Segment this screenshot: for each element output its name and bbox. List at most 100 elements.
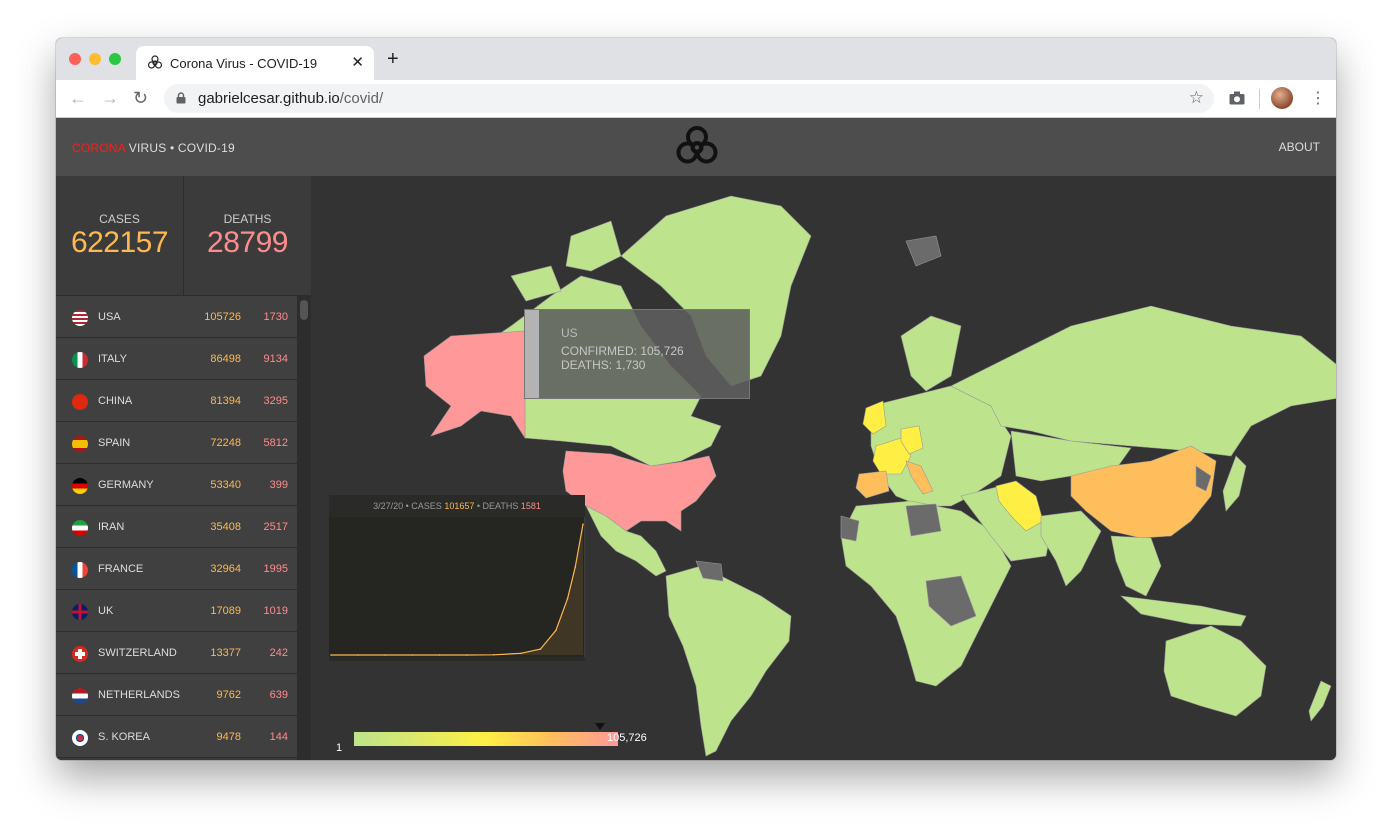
browser-toolbar: ← → ↻ gabrielcesar.github.io/covid/ ☆ ⋮ [56,80,1336,118]
chart-plot[interactable] [329,517,585,657]
biohazard-logo-icon [676,126,718,164]
deaths-label: DEATHS [223,212,272,226]
country-cases: 86498 [210,353,241,365]
chart-date: 3/27/20 [373,501,404,511]
country-name: USA [98,311,121,323]
profile-avatar[interactable] [1271,87,1293,109]
spain-flag-icon [72,436,88,452]
country-row[interactable]: SWITZERLAND 13377 242 [56,632,297,674]
minimize-window-button[interactable] [89,53,101,65]
browser-tab[interactable]: Corona Virus - COVID-19 ✕ [136,46,374,80]
address-bar[interactable]: gabrielcesar.github.io/covid/ ☆ [164,84,1214,113]
country-row[interactable]: FRANCE 32964 1995 [56,548,297,590]
list-scrollbar[interactable] [297,296,311,760]
country-deaths: 9134 [263,353,288,365]
switzerland-flag-icon [72,646,88,662]
tab-title: Corona Virus - COVID-19 [170,56,318,71]
country-cases: 9478 [216,731,241,743]
back-arrow-icon[interactable]: ← [69,89,87,107]
chart-point [539,648,542,650]
continent-south-america[interactable] [665,565,792,757]
country-row[interactable]: CHINA 81394 3295 [56,380,297,422]
country-deaths: 1730 [263,311,288,323]
china-flag-icon [72,394,88,410]
country-name: CHINA [98,395,133,407]
chart-cases-value: 101657 [444,501,475,511]
chart-point [330,654,332,656]
country-cases: 53340 [210,479,241,491]
legend-gradient-bar [354,732,618,746]
map-tooltip: US CONFIRMED: 105,726 DEATHS: 1,730 [524,309,750,399]
country-name: UK [98,605,114,617]
reload-icon[interactable]: ↻ [133,89,148,107]
country-cases: 32964 [210,563,241,575]
browser-window: Corona Virus - COVID-19 ✕ + ← → ↻ gabrie… [56,38,1336,760]
netherlands-flag-icon [72,688,88,704]
chart-deaths-label: DEATHS [482,501,519,511]
tooltip-deaths: DEATHS: 1,730 [561,358,646,372]
chart-point [520,652,522,655]
country-name: SWITZERLAND [98,647,177,659]
country-name: FRANCE [98,563,144,575]
country-usa-alaska[interactable] [423,330,526,440]
region-southeast-asia[interactable] [1110,535,1162,597]
country-list[interactable]: USA 105726 1730 ITALY 86498 9134 CHINA 81394 329… [56,296,297,760]
tab-bar: Corona Virus - COVID-19 ✕ + [56,38,1336,80]
country-cases: 105726 [204,311,241,323]
chart-point [465,654,468,656]
country-row[interactable]: NETHERLANDS 9762 639 [56,674,297,716]
country-deaths: 639 [269,689,288,701]
chart-point [582,523,584,525]
iran-flag-icon [72,520,88,536]
bookmark-star-icon[interactable]: ☆ [1189,88,1204,108]
chart-header: 3/27/20 • CASES 101657 • DEATHS 1581 [329,495,585,517]
country-row[interactable]: GERMANY 53340 399 [56,464,297,506]
region-africa-nodata-1[interactable] [905,503,942,537]
country-japan[interactable] [1222,455,1247,512]
country-row[interactable]: IRAN 35408 2517 [56,506,297,548]
maximize-window-button[interactable] [109,53,121,65]
chart-cases-label: CASES [411,501,442,511]
country-spain[interactable] [855,470,890,499]
tab-close-icon[interactable]: ✕ [351,53,364,71]
region-svalbard-nodata [905,235,942,267]
close-window-button[interactable] [69,53,81,65]
country-australia[interactable] [1163,625,1267,717]
tooltip-color-bar [525,310,539,398]
country-india[interactable] [1040,510,1102,587]
scrollbar-thumb[interactable] [300,300,308,320]
legend-min: 1 [336,742,343,754]
country-deaths: 1995 [263,563,288,575]
biohazard-icon [147,55,163,69]
country-row[interactable]: USA 105726 1730 [56,296,297,338]
chart-sep-2: • [474,501,483,511]
forward-arrow-icon[interactable]: → [101,89,119,107]
country-row[interactable]: S. KOREA 9478 144 [56,716,297,758]
tooltip-confirmed: CONFIRMED: 105,726 [561,344,684,358]
tooltip-country: US [561,326,578,340]
world-map-svg[interactable] [311,176,1336,760]
country-row[interactable]: SPAIN 72248 5812 [56,422,297,464]
chart-point [555,629,557,632]
world-map[interactable]: US CONFIRMED: 105,726 DEATHS: 1,730 3/27… [311,176,1336,760]
camera-icon[interactable] [1229,91,1245,105]
country-new-zealand[interactable] [1308,680,1332,722]
country-usa[interactable] [562,450,717,532]
about-link[interactable]: ABOUT [1279,140,1320,154]
brand-title[interactable]: CORONA VIRUS • COVID-19 [72,141,235,155]
chart-plot-bg [329,517,585,657]
country-cases: 17089 [210,605,241,617]
timeline-chart[interactable]: 3/27/20 • CASES 101657 • DEATHS 1581 [329,495,585,661]
country-name: S. KOREA [98,731,150,743]
app-header: CORONA VIRUS • COVID-19 ABOUT [56,118,1336,176]
country-name: NETHERLANDS [98,689,180,701]
country-scandinavia[interactable] [900,315,962,392]
region-indonesia[interactable] [1120,595,1247,627]
country-row[interactable]: UK 17089 1019 [56,590,297,632]
new-tab-button[interactable]: + [387,49,399,69]
country-row[interactable]: ITALY 86498 9134 [56,338,297,380]
deaths-value: 28799 [207,226,288,259]
country-cases: 9762 [216,689,241,701]
menu-kebab-icon[interactable]: ⋮ [1310,88,1326,108]
chart-point [566,598,569,600]
